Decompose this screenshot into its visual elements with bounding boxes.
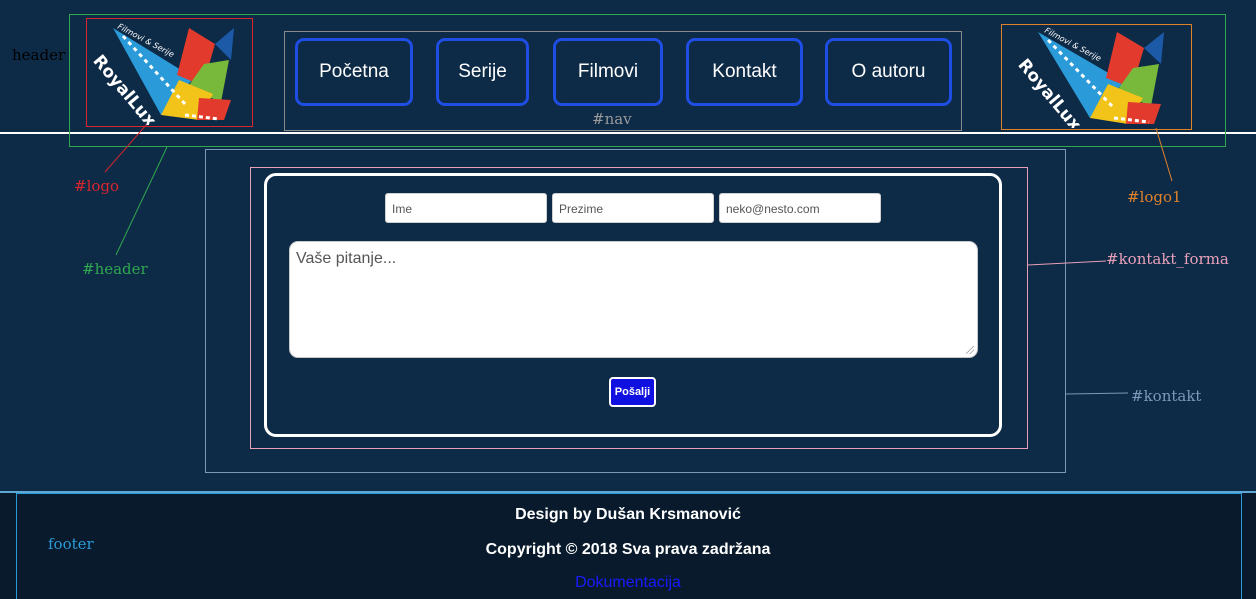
last-name-input[interactable]: Prezime <box>552 193 714 223</box>
debug-label-nav: #nav <box>592 110 632 128</box>
nav-item-serije[interactable]: Serije <box>436 38 529 106</box>
resize-handle-icon[interactable] <box>966 346 974 354</box>
debug-label-header-top: header <box>12 46 66 64</box>
first-name-input[interactable]: Ime <box>385 193 547 223</box>
submit-button[interactable]: Pošalji <box>609 377 656 407</box>
footer-design-credit: Design by Dušan Krsmanović <box>515 506 741 523</box>
email-input[interactable]: neko@nesto.com <box>719 193 881 223</box>
debug-label-logo1: #logo1 <box>1127 188 1182 206</box>
debug-label-logo: #logo <box>74 177 120 195</box>
site-logo-secondary[interactable]: RoyalLux Filmovi & Serije <box>1004 26 1189 128</box>
nav-item-kontakt[interactable]: Kontakt <box>686 38 803 106</box>
debug-label-header: #header <box>82 260 148 278</box>
site-logo[interactable]: RoyalLux Filmovi & Serije <box>89 20 250 125</box>
footer-docs-link[interactable]: Dokumentacija <box>0 574 1256 592</box>
nav-item-filmovi[interactable]: Filmovi <box>553 38 663 106</box>
question-placeholder: Vaše pitanje... <box>296 250 397 267</box>
footer-copyright: Copyright © 2018 Sva prava zadržana <box>485 541 771 558</box>
logo-emblem-icon: RoyalLux Filmovi & Serije <box>89 22 234 125</box>
debug-label-kontakt-forma: #kontakt_forma <box>1106 250 1229 268</box>
nav-item-pocetna[interactable]: Početna <box>295 38 413 106</box>
nav-item-o-autoru[interactable]: O autoru <box>825 38 952 106</box>
logo1-emblem-icon: RoyalLux Filmovi & Serije <box>1014 26 1164 128</box>
question-textarea[interactable]: Vaše pitanje... <box>289 241 978 358</box>
debug-label-kontakt: #kontakt <box>1131 387 1202 405</box>
